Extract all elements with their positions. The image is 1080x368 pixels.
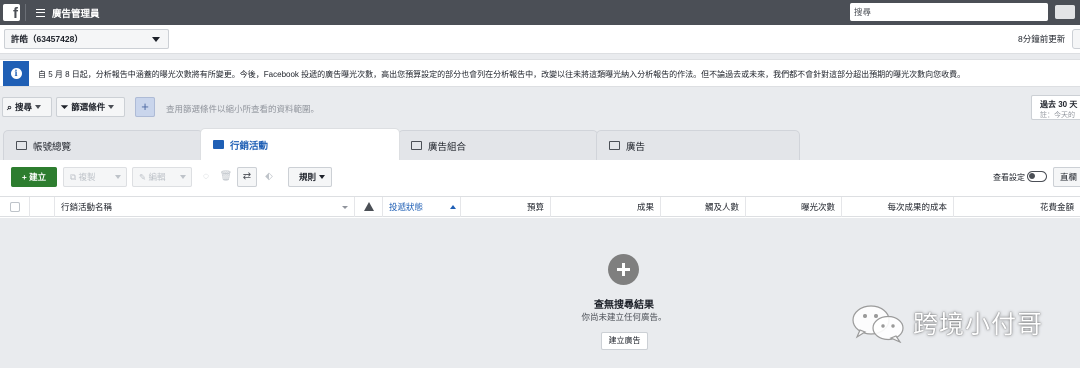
top-extra-button[interactable]	[1055, 5, 1075, 19]
add-filter-button[interactable]: +	[135, 97, 155, 117]
view-settings-toggle[interactable]	[1027, 171, 1047, 182]
column-header-impressions[interactable]: 曝光次數	[746, 197, 842, 217]
tab-label: 行銷活動	[230, 140, 269, 152]
filter-hint-text: 查用篩選條件以縮小所查看的資料範圍。	[166, 104, 320, 114]
top-navigation-bar: f 廣告管理員 搜尋	[0, 0, 1080, 25]
notice-icon-box: i	[3, 61, 29, 86]
column-header-amount-spent[interactable]: 花費金額	[954, 197, 1080, 217]
caret-down-icon	[319, 175, 325, 179]
sort-ascending-icon	[450, 205, 456, 209]
search-button-label: 搜尋	[15, 102, 33, 112]
search-button[interactable]: ⌕ 搜尋	[2, 97, 52, 117]
account-selector-label: 許皓（63457428）	[11, 34, 83, 44]
column-header-results[interactable]: 成果	[551, 197, 661, 217]
date-range-label: 過去 30 天	[1040, 100, 1078, 109]
tab-label: 廣告	[626, 141, 646, 153]
tab-ad-sets[interactable]: 廣告組合	[398, 130, 598, 160]
trash-icon[interactable]: 🗑	[216, 167, 236, 187]
notice-text: 自 5 月 8 日起，分析報告中涵蓋的曝光次數將有所變更。今後，Facebook…	[38, 70, 966, 79]
toggle-icon[interactable]: ◌	[196, 167, 216, 187]
filter-button-label: 篩選條件	[71, 102, 106, 112]
column-header-delivery[interactable]: 投遞狀態	[383, 197, 461, 217]
level-tabs: 帳號總覽 行銷活動 廣告組合 廣告	[0, 128, 1080, 160]
empty-state-title: 查無搜尋結果	[594, 300, 654, 311]
filter-icon: ⏷	[61, 102, 69, 112]
edit-label: 編輯	[148, 172, 166, 182]
caret-down-icon	[35, 105, 42, 109]
date-range-note: 註：今天的	[1040, 112, 1075, 119]
column-header-campaign-name[interactable]: 行銷活動名稱	[55, 197, 355, 217]
facebook-logo[interactable]: f	[3, 4, 20, 21]
caret-down-icon	[342, 206, 348, 209]
filter-button[interactable]: ⏷ 篩選條件	[56, 97, 125, 117]
column-header-reach[interactable]: 觸及人數	[661, 197, 746, 217]
column-header-budget[interactable]: 預算	[461, 197, 551, 217]
select-all-checkbox[interactable]	[10, 202, 20, 212]
date-range-selector[interactable]: 過去 30 天 註：今天的	[1031, 95, 1080, 120]
wechat-icon	[852, 305, 904, 343]
select-all-cell	[0, 197, 30, 217]
table-header: 行銷活動名稱 投遞狀態 預算 成果 觸及人數 曝光次數 每次成果的成本 花費金額	[0, 196, 1080, 217]
search-icon: ⌕	[7, 102, 13, 112]
watermark-text: 跨境小付哥	[913, 311, 1044, 339]
account-selector[interactable]: 許皓（63457428）	[4, 29, 169, 49]
column-header-cost-per-result[interactable]: 每次成果的成本	[842, 197, 954, 217]
column-header-warning[interactable]	[355, 197, 383, 217]
caret-down-icon	[108, 105, 115, 109]
info-icon: i	[10, 68, 22, 79]
row-toggle-header	[30, 197, 55, 217]
refresh-button[interactable]	[1072, 29, 1080, 49]
tab-account-overview[interactable]: 帳號總覽	[3, 130, 203, 160]
campaign-icon	[213, 140, 224, 149]
divider	[25, 4, 26, 21]
view-settings-label: 查看設定	[993, 173, 1025, 182]
notice-banner: i 自 5 月 8 日起，分析報告中涵蓋的曝光次數將有所變更。今後，Facebo…	[0, 59, 1080, 87]
caret-down-icon	[180, 175, 186, 179]
last-updated-text: 8分鐘前更新	[1018, 34, 1066, 44]
ad-icon	[609, 141, 620, 150]
plus-circle-icon	[608, 254, 639, 285]
empty-state: 查無搜尋結果 你尚未建立任何廣告。 建立廣告	[0, 218, 1080, 368]
action-toolbar: + 建立 ⧉ 複製 ✎ 編輯 ◌ 🗑 ⇄ ⬖ 規則 查看設定 直欄	[0, 160, 1080, 195]
account-overview-icon	[16, 141, 27, 150]
duplicate-button[interactable]: ⧉ 複製	[63, 167, 127, 187]
create-button[interactable]: + 建立	[11, 167, 57, 187]
column-label: 投遞狀態	[389, 202, 424, 212]
caret-down-icon	[115, 175, 121, 179]
tab-ads[interactable]: 廣告	[596, 130, 800, 160]
app-title: 廣告管理員	[52, 8, 100, 20]
rules-button[interactable]: 規則	[288, 167, 332, 187]
ad-set-grid-icon	[411, 141, 422, 150]
edit-button[interactable]: ✎ 編輯	[132, 167, 192, 187]
tab-label: 廣告組合	[428, 141, 467, 153]
account-bar: 許皓（63457428） 8分鐘前更新	[0, 25, 1080, 54]
create-ad-button[interactable]: 建立廣告	[601, 332, 648, 350]
tab-label: 帳號總覽	[33, 141, 72, 153]
column-label: 行銷活動名稱	[61, 202, 113, 212]
rules-label: 規則	[299, 172, 317, 182]
preview-icon[interactable]: ⇄	[237, 167, 257, 187]
tag-icon[interactable]: ⬖	[259, 167, 279, 187]
caret-down-icon	[152, 37, 160, 42]
duplicate-label: 複製	[78, 172, 96, 182]
global-search-input[interactable]: 搜尋	[850, 3, 1048, 21]
filter-bar: ⌕ 搜尋 ⏷ 篩選條件 + 查用篩選條件以縮小所查看的資料範圍。 過去 30 天…	[0, 93, 1080, 121]
watermark: 跨境小付哥	[850, 299, 1050, 343]
hamburger-menu-icon[interactable]	[36, 8, 45, 17]
empty-state-subtitle: 你尚未建立任何廣告。	[581, 312, 667, 322]
warning-icon	[364, 202, 374, 211]
columns-button[interactable]: 直欄	[1053, 167, 1080, 187]
tab-campaigns[interactable]: 行銷活動	[200, 128, 400, 160]
